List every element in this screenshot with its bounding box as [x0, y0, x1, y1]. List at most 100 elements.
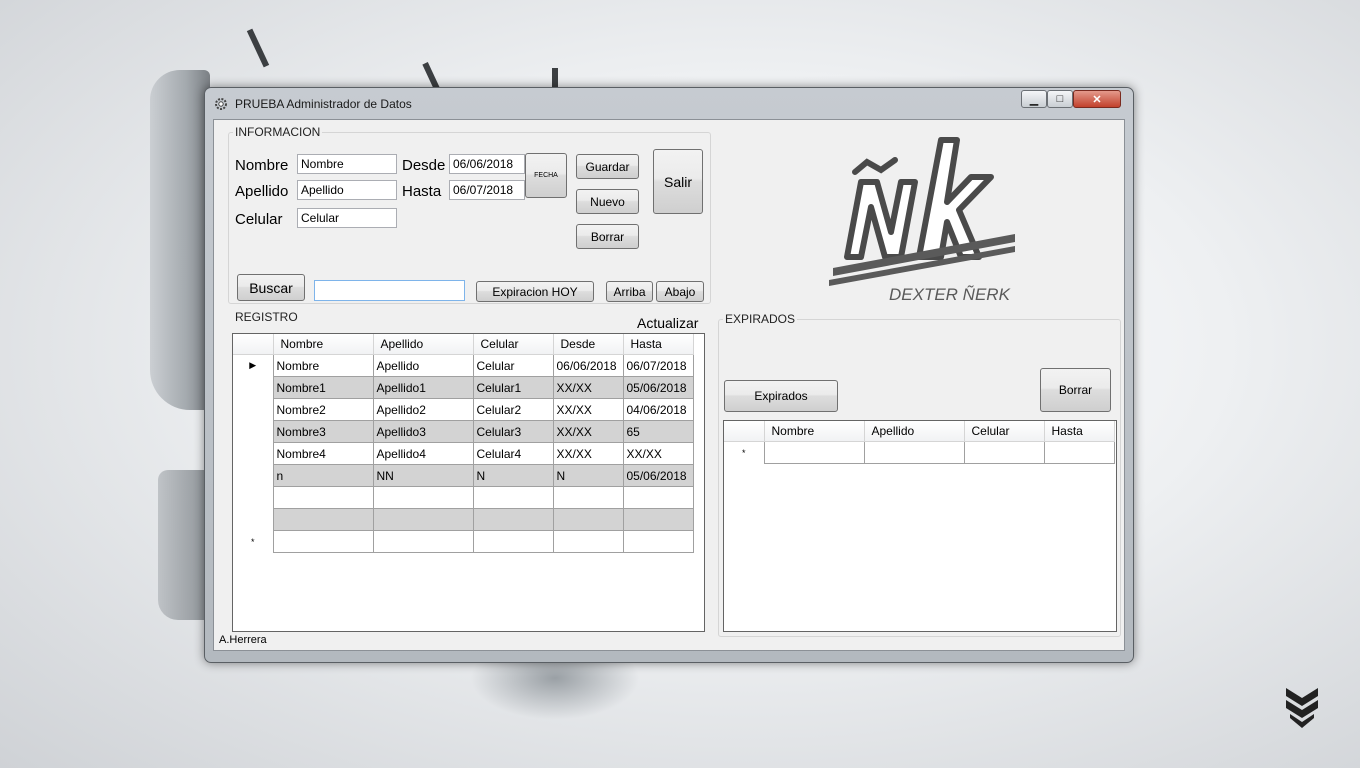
- table-cell[interactable]: Celular1: [472, 376, 554, 399]
- table-cell[interactable]: [472, 508, 554, 531]
- table-cell[interactable]: Apellido3: [372, 420, 474, 443]
- table-cell[interactable]: Apellido4: [372, 442, 474, 465]
- table-cell[interactable]: Celular4: [472, 442, 554, 465]
- table-row[interactable]: Nombre4 Apellido4 Celular4 XX/XX XX/XX: [233, 442, 694, 465]
- desde-label: Desde: [402, 157, 446, 174]
- apellido-field[interactable]: Apellido: [297, 180, 397, 200]
- table-cell[interactable]: 05/06/2018: [622, 464, 694, 487]
- table-row[interactable]: Nombre2 Apellido2 Celular2 XX/XX 04/06/2018: [233, 398, 694, 421]
- nuevo-button[interactable]: Nuevo: [576, 189, 639, 214]
- table-cell[interactable]: 65: [622, 420, 694, 443]
- table-cell[interactable]: Nombre: [272, 354, 374, 377]
- table-row[interactable]: [233, 486, 694, 509]
- nombre-field[interactable]: Nombre: [297, 154, 397, 174]
- table-row[interactable]: *: [233, 530, 694, 553]
- table-cell[interactable]: [622, 508, 694, 531]
- table-cell[interactable]: [552, 486, 624, 509]
- salir-button[interactable]: Salir: [653, 149, 703, 214]
- search-input[interactable]: [314, 280, 465, 301]
- table-cell[interactable]: XX/XX: [552, 376, 624, 399]
- table-cell[interactable]: [552, 530, 624, 553]
- table-cell[interactable]: XX/XX: [552, 398, 624, 421]
- column-header[interactable]: Nombre: [273, 334, 374, 355]
- table-cell[interactable]: [963, 441, 1045, 464]
- table-cell[interactable]: [272, 486, 374, 509]
- table-cell[interactable]: Apellido1: [372, 376, 474, 399]
- table-row[interactable]: Nombre1 Apellido1 Celular1 XX/XX 05/06/2018: [233, 376, 694, 399]
- table-cell[interactable]: XX/XX: [552, 442, 624, 465]
- table-cell[interactable]: Apellido: [372, 354, 474, 377]
- wallpaper-robot-lower: [158, 470, 208, 620]
- expirados-button[interactable]: Expirados: [724, 380, 838, 412]
- table-cell[interactable]: Apellido2: [372, 398, 474, 421]
- close-button[interactable]: ✕: [1073, 90, 1121, 108]
- actualizar-link[interactable]: Actualizar: [637, 315, 698, 331]
- expiracion-hoy-button[interactable]: Expiracion HOY: [476, 281, 594, 302]
- table-row[interactable]: n NN N N 05/06/2018: [233, 464, 694, 487]
- title-bar[interactable]: PRUEBA Administrador de Datos ▁ □ ✕: [205, 88, 1133, 118]
- table-cell[interactable]: Nombre4: [272, 442, 374, 465]
- window-title: PRUEBA Administrador de Datos: [235, 97, 412, 111]
- table-cell[interactable]: Celular3: [472, 420, 554, 443]
- minimize-icon: ▁: [1029, 93, 1039, 106]
- table-cell[interactable]: [372, 508, 474, 531]
- table-cell[interactable]: [472, 486, 554, 509]
- table-cell[interactable]: Nombre2: [272, 398, 374, 421]
- column-header[interactable]: Hasta: [1044, 421, 1115, 442]
- row-header-corner: [233, 334, 274, 355]
- table-cell[interactable]: Celular: [472, 354, 554, 377]
- table-cell[interactable]: [372, 486, 474, 509]
- desde-field[interactable]: 06/06/2018: [449, 154, 525, 174]
- new-row[interactable]: *: [724, 441, 1115, 464]
- table-cell[interactable]: 06/07/2018: [622, 354, 694, 377]
- hasta-field[interactable]: 06/07/2018: [449, 180, 525, 200]
- table-cell[interactable]: 06/06/2018: [552, 354, 624, 377]
- table-cell[interactable]: [622, 530, 694, 553]
- column-header[interactable]: Celular: [473, 334, 554, 355]
- table-cell[interactable]: Nombre1: [272, 376, 374, 399]
- expirados-borrar-button[interactable]: Borrar: [1040, 368, 1111, 412]
- fecha-button[interactable]: FECHA: [525, 153, 567, 198]
- table-cell[interactable]: n: [272, 464, 374, 487]
- table-cell[interactable]: 05/06/2018: [622, 376, 694, 399]
- column-header[interactable]: Nombre: [764, 421, 865, 442]
- table-cell[interactable]: [1043, 441, 1115, 464]
- column-header[interactable]: Hasta: [623, 334, 694, 355]
- column-header[interactable]: Apellido: [864, 421, 965, 442]
- minimize-button[interactable]: ▁: [1021, 90, 1047, 108]
- guardar-button[interactable]: Guardar: [576, 154, 639, 179]
- wallpaper-antenna: [422, 62, 440, 90]
- table-cell[interactable]: N: [552, 464, 624, 487]
- table-cell[interactable]: 04/06/2018: [622, 398, 694, 421]
- table-cell[interactable]: [472, 530, 554, 553]
- table-cell[interactable]: XX/XX: [552, 420, 624, 443]
- table-cell[interactable]: Celular2: [472, 398, 554, 421]
- celular-label: Celular: [235, 211, 283, 228]
- arriba-button[interactable]: Arriba: [606, 281, 653, 302]
- table-cell[interactable]: [552, 508, 624, 531]
- gear-icon: [215, 98, 227, 110]
- table-cell[interactable]: NN: [372, 464, 474, 487]
- table-row[interactable]: Nombre3 Apellido3 Celular3 XX/XX 65: [233, 420, 694, 443]
- table-cell[interactable]: XX/XX: [622, 442, 694, 465]
- table-cell[interactable]: [372, 530, 474, 553]
- column-header[interactable]: Apellido: [373, 334, 474, 355]
- table-row[interactable]: [233, 508, 694, 531]
- table-cell[interactable]: [272, 508, 374, 531]
- column-header[interactable]: Desde: [553, 334, 624, 355]
- table-cell[interactable]: N: [472, 464, 554, 487]
- buscar-button[interactable]: Buscar: [237, 274, 305, 301]
- new-row-icon: *: [233, 530, 274, 553]
- borrar-button[interactable]: Borrar: [576, 224, 639, 249]
- column-header[interactable]: Celular: [964, 421, 1045, 442]
- row-header: [233, 376, 274, 399]
- abajo-button[interactable]: Abajo: [656, 281, 704, 302]
- table-cell[interactable]: [863, 441, 965, 464]
- table-cell[interactable]: [272, 530, 374, 553]
- table-cell[interactable]: Nombre3: [272, 420, 374, 443]
- maximize-button[interactable]: □: [1047, 90, 1073, 108]
- table-cell[interactable]: [763, 441, 865, 464]
- celular-field[interactable]: Celular: [297, 208, 397, 228]
- table-cell[interactable]: [622, 486, 694, 509]
- table-row[interactable]: ▶ Nombre Apellido Celular 06/06/2018 06/07/20…: [233, 354, 694, 377]
